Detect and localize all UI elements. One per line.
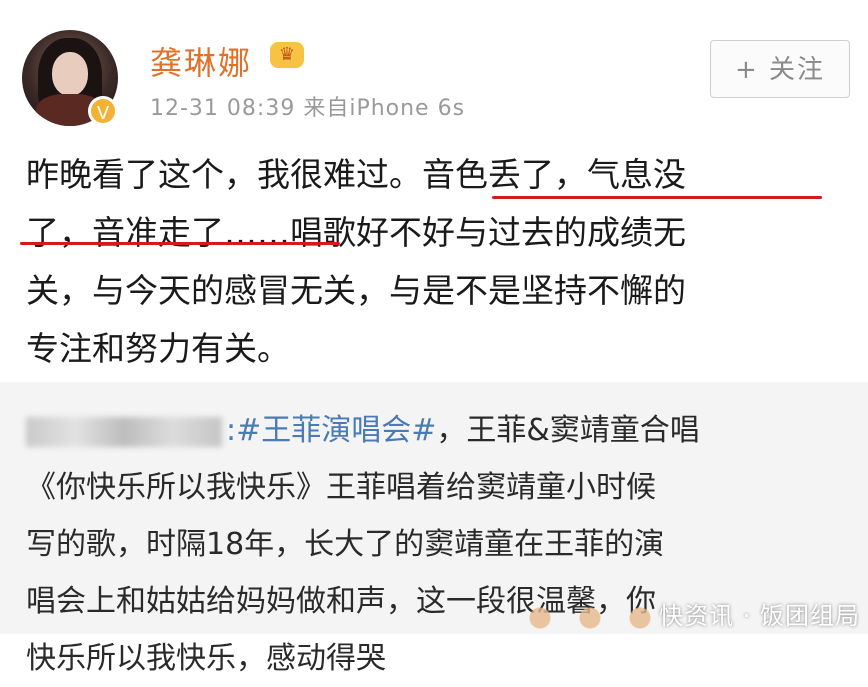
avatar-face (52, 52, 88, 96)
hashtag-link[interactable]: :#王菲演唱会# (226, 413, 436, 448)
watermark: 快资讯 · 饭团组局 (659, 602, 860, 630)
post-line: 关，与今天的感冒无关，与是不是坚持不懈的 (26, 271, 686, 310)
post-source[interactable]: 来自iPhone 6s (303, 96, 465, 121)
post-meta: 12-31 08:39 来自iPhone 6s (150, 90, 465, 122)
repost-line: 快乐所以我快乐，感动得哭 (26, 641, 386, 676)
repost-line: 写的歌，时隔18年，长大了的窦靖童在王菲的演 (26, 527, 665, 562)
repost-text-fragment: ，王菲&窦靖童合唱 (436, 413, 700, 448)
username[interactable]: 龚琳娜 (150, 38, 252, 84)
post-line: 了，音准走了……唱歌好不好与过去的成绩无 (26, 213, 686, 252)
thumbs-up-emoji-icon (520, 598, 670, 634)
highlight-underline (20, 242, 340, 245)
timestamp: 12-31 08:39 (150, 96, 296, 121)
repost-line: :#王菲演唱会#，王菲&窦靖童合唱 (26, 402, 846, 459)
post-line: 专注和努力有关。 (26, 329, 290, 368)
highlight-underline (492, 196, 822, 199)
crown-vip-icon: ♛ (270, 42, 304, 68)
follow-button[interactable]: + 关注 (710, 40, 850, 98)
post-body: 昨晚看了这个，我很难过。音色丢了，气息没 了，音准走了……唱歌好不好与过去的成绩… (26, 146, 856, 378)
repost-body: :#王菲演唱会#，王菲&窦靖童合唱 《你快乐所以我快乐》王菲唱着给窦靖童小时候 … (26, 402, 846, 687)
blurred-username (26, 416, 222, 447)
verified-v-icon: V (88, 96, 118, 126)
repost-line: 《你快乐所以我快乐》王菲唱着给窦靖童小时候 (26, 470, 656, 505)
